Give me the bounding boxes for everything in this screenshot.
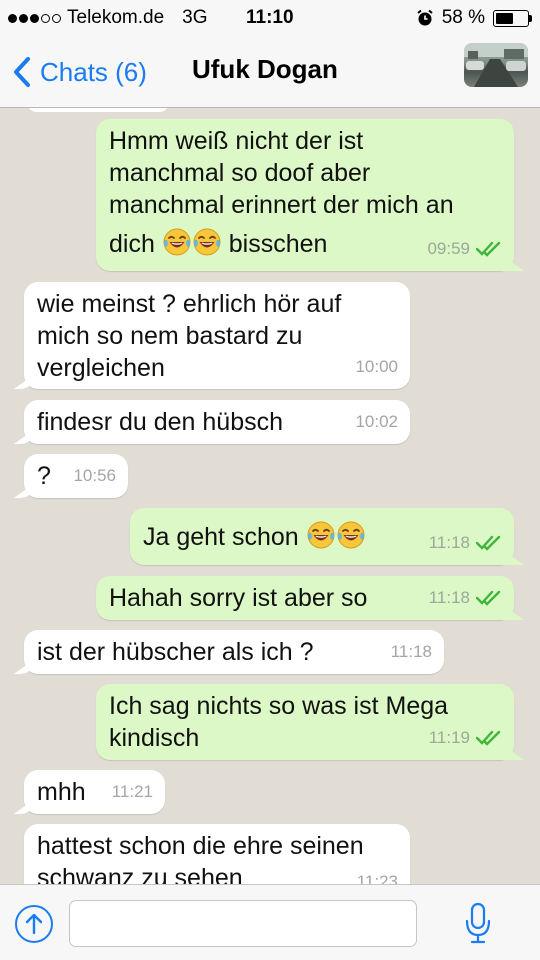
message-text: mich so nem bastard zu: [37, 322, 303, 350]
contact-name[interactable]: Ufuk Dogan: [192, 54, 338, 85]
message-text: findesr du den hübsch: [37, 408, 284, 436]
face-with-tears-of-joy-emoji: [306, 520, 336, 550]
message-text: manchmal erinnert der mich an: [109, 191, 454, 219]
attach-button[interactable]: [15, 905, 53, 943]
message-text: Ich sag nichts so was ist Mega: [109, 692, 449, 720]
back-button-label: Chats (6): [40, 56, 147, 87]
message-time: 10:02: [355, 412, 398, 431]
network-type: 3G: [182, 7, 208, 28]
double-check-icon: [476, 535, 501, 551]
message-bubble-outgoing[interactable]: Hahah sorry ist aber so 11:18: [96, 576, 514, 620]
double-check-icon: [476, 241, 501, 257]
status-bar: Telekom.de 3G 11:10 58 %: [0, 0, 540, 36]
message-time: 10:00: [355, 357, 398, 376]
message-time: 11:23: [356, 872, 398, 884]
microphone-icon[interactable]: [464, 901, 492, 945]
signal-strength-icon: [8, 13, 61, 23]
message-text: schwanz zu sehen: [37, 864, 243, 884]
message-bubble-incoming[interactable]: ? 10:56: [24, 454, 128, 498]
message-text: hattest schon die ehre seinen: [37, 832, 364, 860]
message-list[interactable]: Hmm weiß nicht der ist manchmal so doof …: [0, 108, 540, 884]
arrow-up-circle-icon: [25, 913, 43, 935]
message-time: 11:18: [390, 642, 432, 661]
alarm-clock-icon: [417, 9, 433, 26]
message-time: 11:18: [428, 588, 470, 607]
message-bubble-incoming[interactable]: mhh 11:21: [24, 770, 165, 814]
battery-icon: [493, 9, 532, 27]
message-text: bisschen: [221, 230, 328, 258]
message-bubble-incoming[interactable]: wie meinst ? ehrlich hör auf mich so nem…: [24, 282, 410, 389]
chevron-left-icon: [14, 57, 30, 87]
message-bubble-incoming[interactable]: hattest schon die ehre seinen schwanz zu…: [24, 824, 410, 884]
message-text: manchmal so doof aber: [109, 159, 371, 187]
status-time: 11:10: [246, 7, 294, 28]
message-text: wie meinst ? ehrlich hör auf: [37, 290, 342, 318]
battery-level: [496, 12, 514, 24]
message-input[interactable]: [69, 900, 417, 947]
message-text: vergleichen: [37, 354, 165, 382]
message-time: 11:21: [111, 782, 153, 801]
message-bubble-outgoing[interactable]: Ich sag nichts so was ist Mega kindisch …: [96, 684, 514, 760]
message-text: Ja geht schon: [143, 523, 306, 551]
message-bubble-outgoing[interactable]: Hmm weiß nicht der ist manchmal so doof …: [96, 119, 514, 271]
message-text: ist der hübscher als ich ?: [37, 638, 314, 666]
carrier-name: Telekom.de: [67, 7, 165, 28]
back-button[interactable]: Chats (6): [12, 52, 147, 92]
double-check-icon: [476, 590, 501, 606]
double-check-icon: [476, 730, 501, 746]
message-time: 11:19: [428, 728, 470, 747]
contact-avatar[interactable]: [464, 43, 528, 87]
battery-percent: 58 %: [441, 7, 485, 28]
message-text: Hmm weiß nicht der ist: [109, 127, 364, 155]
message-bubble-outgoing[interactable]: Ja geht schon 11:18: [130, 508, 514, 565]
message-composer: [0, 884, 540, 960]
chat-header: Chats (6) Ufuk Dogan: [0, 36, 540, 108]
face-with-tears-of-joy-emoji: [162, 227, 192, 257]
previous-message-bubble: [28, 108, 168, 112]
face-with-tears-of-joy-emoji: [336, 520, 366, 550]
message-text: dich: [109, 230, 162, 258]
face-with-tears-of-joy-emoji: [192, 227, 222, 257]
message-time: 09:59: [427, 239, 470, 258]
message-bubble-incoming[interactable]: findesr du den hübsch 10:02: [24, 400, 410, 444]
message-time: 10:56: [73, 466, 116, 485]
message-time: 11:18: [428, 533, 470, 552]
message-bubble-incoming[interactable]: ist der hübscher als ich ? 11:18: [24, 630, 444, 674]
